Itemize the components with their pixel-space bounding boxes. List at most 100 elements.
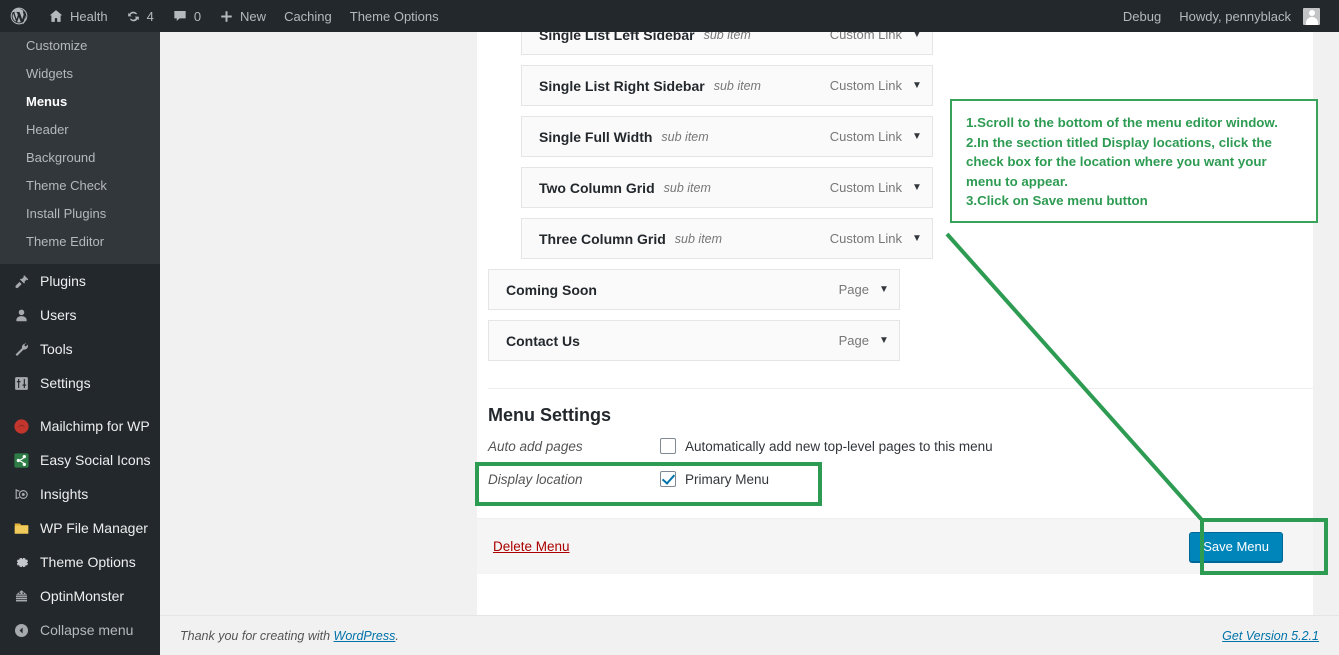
menu-item-sub-label: sub item — [713, 78, 761, 93]
comment-bubble-icon — [172, 8, 188, 24]
avatar — [1303, 7, 1320, 25]
chevron-down-icon[interactable]: ▼ — [869, 335, 899, 346]
sidebar-item-label: WP File Manager — [40, 520, 148, 536]
menu-item-row[interactable]: Three Column Grid sub item Custom Link ▼ — [521, 218, 933, 259]
auto-add-pages-label: Auto add pages — [488, 438, 583, 454]
chevron-down-icon[interactable]: ▼ — [902, 233, 932, 244]
menu-item-type: Page — [838, 282, 869, 297]
menu-item-row[interactable]: Contact Us Page ▼ — [488, 320, 900, 361]
sidebar-item-label: Mailchimp for WP — [40, 418, 150, 434]
chevron-down-icon[interactable]: ▼ — [902, 32, 932, 40]
folder-icon — [11, 518, 31, 538]
instruction-callout: 1.Scroll to the bottom of the menu edito… — [950, 99, 1318, 223]
menu-item-type: Custom Link — [829, 129, 902, 144]
sidebar-subitem-theme-check[interactable]: Theme Check — [0, 172, 160, 200]
sidebar-item-plugins[interactable]: Plugins — [0, 264, 160, 298]
sidebar-subitem-background[interactable]: Background — [0, 144, 160, 172]
callout-line-2: 2.In the section titled Display location… — [966, 134, 1272, 150]
sidebar-item-label: Easy Social Icons — [40, 452, 151, 468]
menu-item-row[interactable]: Single Full Width sub item Custom Link ▼ — [521, 116, 933, 157]
sidebar-subitem-header[interactable]: Header — [0, 116, 160, 144]
menu-item-type: Custom Link — [829, 231, 902, 246]
menu-item-title: Single List Left Sidebar — [539, 32, 695, 43]
wordpress-logo-icon — [9, 6, 29, 26]
insights-icon — [11, 484, 31, 504]
sidebar-item-insights[interactable]: Insights — [0, 477, 160, 511]
wordpress-logo-menu[interactable] — [0, 0, 39, 32]
admin-sidebar: Customize Widgets Menus Header Backgroun… — [0, 32, 160, 655]
caching-label: Caching — [284, 8, 332, 24]
delete-menu-link[interactable]: Delete Menu — [493, 539, 570, 554]
mailchimp-icon — [11, 416, 31, 436]
sidebar-item-optinmonster[interactable]: OptinMonster — [0, 579, 160, 613]
my-account-menu[interactable]: Howdy, pennyblack — [1170, 0, 1329, 32]
footer-thanks-suffix: . — [395, 628, 399, 643]
gear-icon — [11, 552, 31, 572]
auto-add-pages-checkbox[interactable] — [660, 438, 676, 454]
share-icon — [11, 450, 31, 470]
caching-menu[interactable]: Caching — [275, 0, 341, 32]
sidebar-item-users[interactable]: Users — [0, 298, 160, 332]
sidebar-item-label: Plugins — [40, 273, 86, 289]
optinmonster-icon — [11, 586, 31, 606]
menu-item-sub-label: sub item — [674, 231, 723, 246]
auto-add-pages-row: Auto add pages Automatically add new top… — [488, 438, 993, 454]
sidebar-item-mailchimp-for-wp[interactable]: Mailchimp for WP — [0, 409, 160, 443]
appearance-submenu: Customize Widgets Menus Header Backgroun… — [0, 32, 160, 264]
menu-item-title: Coming Soon — [506, 281, 597, 298]
sidebar-subitem-widgets[interactable]: Widgets — [0, 60, 160, 88]
chevron-down-icon[interactable]: ▼ — [902, 131, 932, 142]
chevron-down-icon[interactable]: ▼ — [869, 284, 899, 295]
menu-item-title: Single Full Width — [539, 128, 653, 145]
footer-thanks-text: Thank you for creating with WordPress. — [180, 629, 399, 643]
save-menu-highlight — [1200, 518, 1328, 575]
sidebar-item-collapse-menu[interactable]: Collapse menu — [0, 613, 160, 647]
menu-item-sub-label: sub item — [663, 180, 711, 195]
sidebar-subitem-customize[interactable]: Customize — [0, 32, 160, 60]
sidebar-item-label: Collapse menu — [40, 622, 134, 638]
menu-item-row[interactable]: Single List Left Sidebar sub item Custom… — [521, 32, 933, 55]
debug-menu[interactable]: Debug — [1114, 0, 1170, 32]
menu-item-row[interactable]: Single List Right Sidebar sub item Custo… — [521, 65, 933, 106]
menu-item-row[interactable]: Coming Soon Page ▼ — [488, 269, 900, 310]
sidebar-item-tools[interactable]: Tools — [0, 332, 160, 366]
menu-item-type: Page — [838, 333, 869, 348]
chevron-down-icon[interactable]: ▼ — [902, 182, 932, 193]
chevron-down-icon[interactable]: ▼ — [902, 80, 932, 91]
wrench-icon — [11, 339, 31, 359]
callout-line-3: check box for the location where you wan… — [966, 154, 1267, 170]
sidebar-subitem-theme-editor[interactable]: Theme Editor — [0, 228, 160, 256]
sidebar-item-settings[interactable]: Settings — [0, 366, 160, 400]
sidebar-item-easy-social-icons[interactable]: Easy Social Icons — [0, 443, 160, 477]
get-version-link[interactable]: Get Version 5.2.1 — [1222, 629, 1319, 643]
sidebar-subitem-install-plugins[interactable]: Install Plugins — [0, 200, 160, 228]
user-icon — [11, 305, 31, 325]
menu-item-title: Three Column Grid — [539, 230, 666, 247]
sidebar-item-label: Insights — [40, 486, 89, 502]
site-name-menu[interactable]: Health — [39, 0, 117, 32]
wordpress-link[interactable]: WordPress — [334, 629, 396, 643]
comments-menu[interactable]: 0 — [163, 0, 210, 32]
section-divider — [488, 388, 1313, 389]
plus-icon — [219, 9, 234, 24]
sidebar-subitem-menus[interactable]: Menus — [0, 88, 160, 116]
theme-options-menu[interactable]: Theme Options — [341, 0, 448, 32]
menu-item-row[interactable]: Two Column Grid sub item Custom Link ▼ — [521, 167, 933, 208]
display-location-highlight — [475, 462, 822, 506]
sidebar-item-wp-file-manager[interactable]: WP File Manager — [0, 511, 160, 545]
site-name-label: Health — [70, 8, 108, 24]
new-label: New — [240, 8, 267, 24]
updates-count: 4 — [146, 8, 154, 24]
debug-label: Debug — [1122, 8, 1162, 24]
sidebar-item-theme-options[interactable]: Theme Options — [0, 545, 160, 579]
howdy-label: Howdy, pennyblack — [1179, 8, 1291, 24]
menu-item-type: Custom Link — [829, 180, 902, 195]
new-content-menu[interactable]: New — [210, 0, 275, 32]
collapse-icon — [11, 620, 31, 640]
plug-icon — [11, 271, 31, 291]
sidebar-item-label: Users — [40, 307, 77, 323]
updates-menu[interactable]: 4 — [117, 0, 163, 32]
admin-footer: Thank you for creating with WordPress. G… — [160, 615, 1339, 655]
home-icon — [48, 8, 64, 24]
menu-item-type: Custom Link — [829, 32, 902, 42]
